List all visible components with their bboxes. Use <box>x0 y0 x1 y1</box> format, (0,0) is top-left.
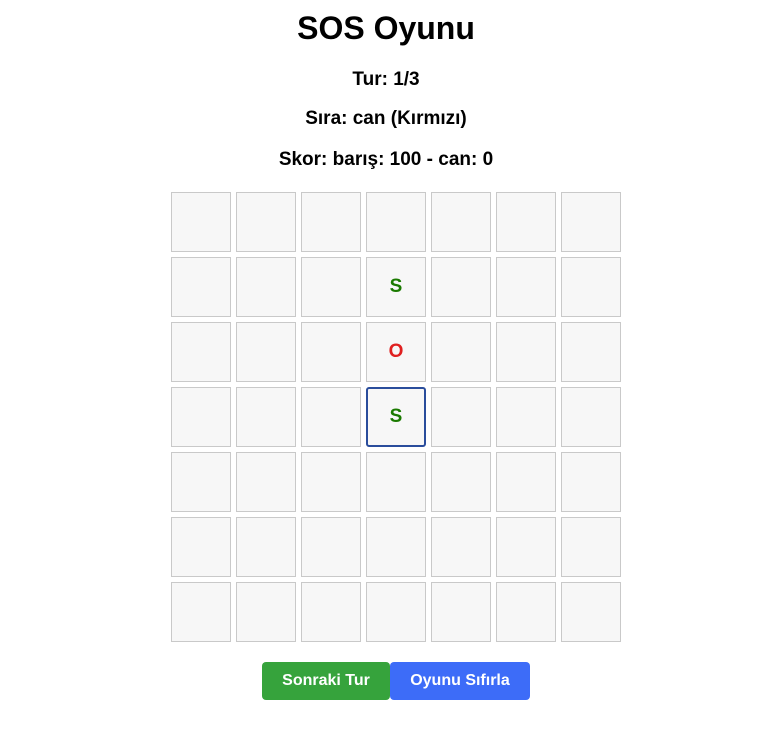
board-cell[interactable] <box>171 387 231 447</box>
board-cell[interactable] <box>301 192 361 252</box>
board-cell[interactable]: S <box>366 387 426 447</box>
board-cell[interactable] <box>171 452 231 512</box>
board-cell[interactable] <box>236 517 296 577</box>
board-cell[interactable] <box>561 257 621 317</box>
board-cell[interactable] <box>236 322 296 382</box>
board-cell[interactable] <box>236 582 296 642</box>
board-cell[interactable] <box>171 582 231 642</box>
board-cell[interactable]: O <box>366 322 426 382</box>
board-cell[interactable] <box>236 387 296 447</box>
board-cell[interactable] <box>236 257 296 317</box>
board-cell[interactable] <box>366 517 426 577</box>
board-cell[interactable] <box>171 322 231 382</box>
board-cell[interactable] <box>431 452 491 512</box>
board-cell[interactable] <box>366 452 426 512</box>
board-cell[interactable] <box>496 452 556 512</box>
page-title: SOS Oyunu <box>297 10 475 46</box>
board-cell[interactable] <box>301 322 361 382</box>
board-cell[interactable] <box>561 582 621 642</box>
turn-indicator: Tur: 1/3 <box>352 69 420 90</box>
board-cell[interactable] <box>236 192 296 252</box>
board-cell[interactable] <box>561 387 621 447</box>
game-board: SOS <box>171 192 621 642</box>
board-cell[interactable] <box>496 257 556 317</box>
board-cell[interactable] <box>171 192 231 252</box>
board-cell[interactable] <box>301 452 361 512</box>
board-cell[interactable] <box>431 387 491 447</box>
board-cell[interactable] <box>301 517 361 577</box>
board-cell[interactable] <box>431 582 491 642</box>
board-cell[interactable] <box>301 582 361 642</box>
board-cell[interactable] <box>431 257 491 317</box>
board-cell[interactable]: S <box>366 257 426 317</box>
reset-game-button[interactable]: Oyunu Sıfırla <box>390 662 530 700</box>
board-cell[interactable] <box>171 517 231 577</box>
board-cell[interactable] <box>301 387 361 447</box>
controls: Sonraki Tur Oyunu Sıfırla <box>262 662 530 700</box>
board-cell[interactable] <box>496 387 556 447</box>
board-cell[interactable] <box>496 322 556 382</box>
board-cell[interactable] <box>236 452 296 512</box>
board-cell[interactable] <box>431 192 491 252</box>
score-display: Skor: barış: 100 - can: 0 <box>278 149 494 170</box>
current-player: Sıra: can (Kırmızı) <box>305 108 467 129</box>
board-cell[interactable] <box>561 517 621 577</box>
board-cell[interactable] <box>561 452 621 512</box>
board-cell[interactable] <box>431 322 491 382</box>
board-cell[interactable] <box>561 192 621 252</box>
board-cell[interactable] <box>561 322 621 382</box>
next-round-button[interactable]: Sonraki Tur <box>262 662 390 700</box>
board-cell[interactable] <box>431 517 491 577</box>
board-cell[interactable] <box>171 257 231 317</box>
board-cell[interactable] <box>301 257 361 317</box>
board-cell[interactable] <box>496 582 556 642</box>
board-cell[interactable] <box>366 192 426 252</box>
board-cell[interactable] <box>496 517 556 577</box>
board-cell[interactable] <box>366 582 426 642</box>
board-cell[interactable] <box>496 192 556 252</box>
